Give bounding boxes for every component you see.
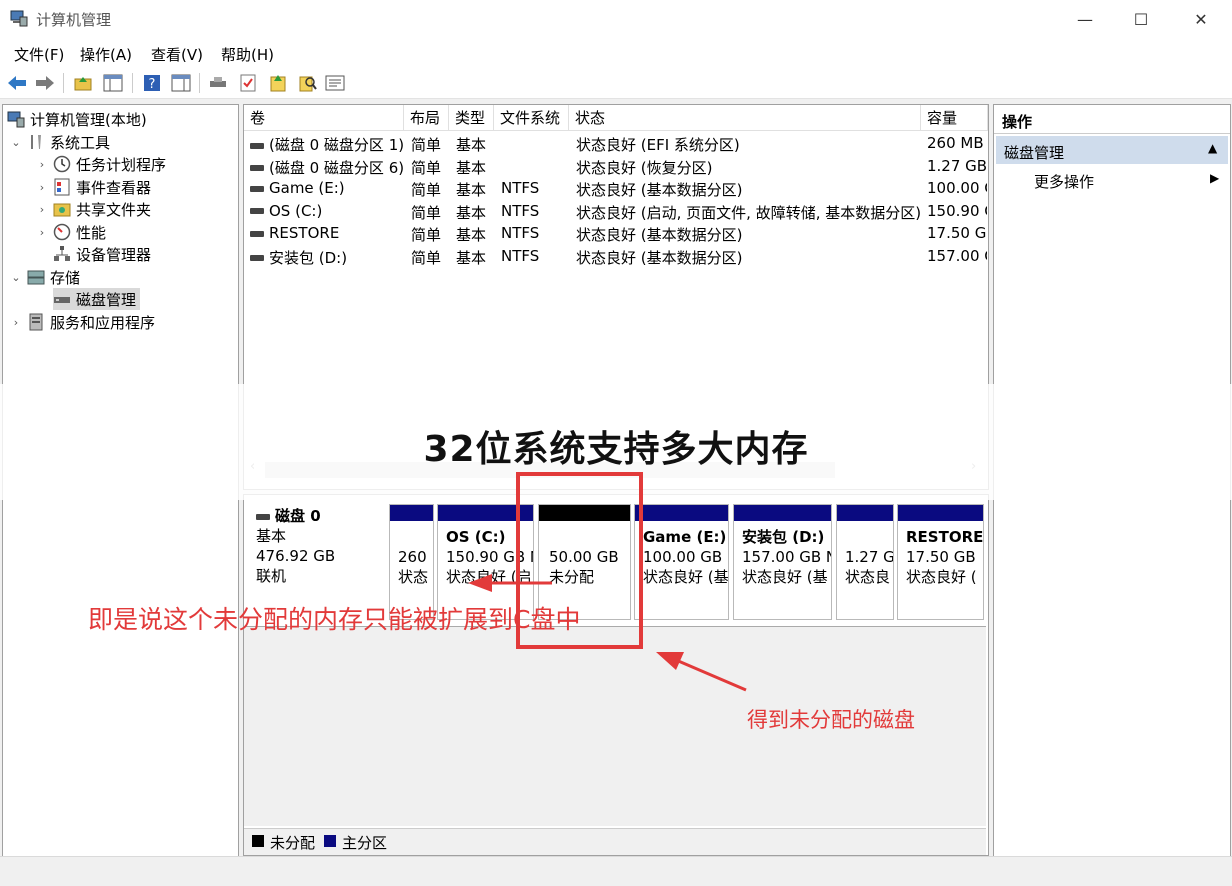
annotation-note-unallocated: 得到未分配的磁盘 (747, 708, 915, 732)
annotation-overlay (468, 472, 747, 692)
arrow-head-icon (656, 652, 684, 670)
arrow-line (675, 658, 747, 692)
annotation-note-c-drive: 即是说这个未分配的内存只能被扩展到C盘中 (88, 605, 581, 634)
arrow-head-icon (468, 574, 492, 592)
